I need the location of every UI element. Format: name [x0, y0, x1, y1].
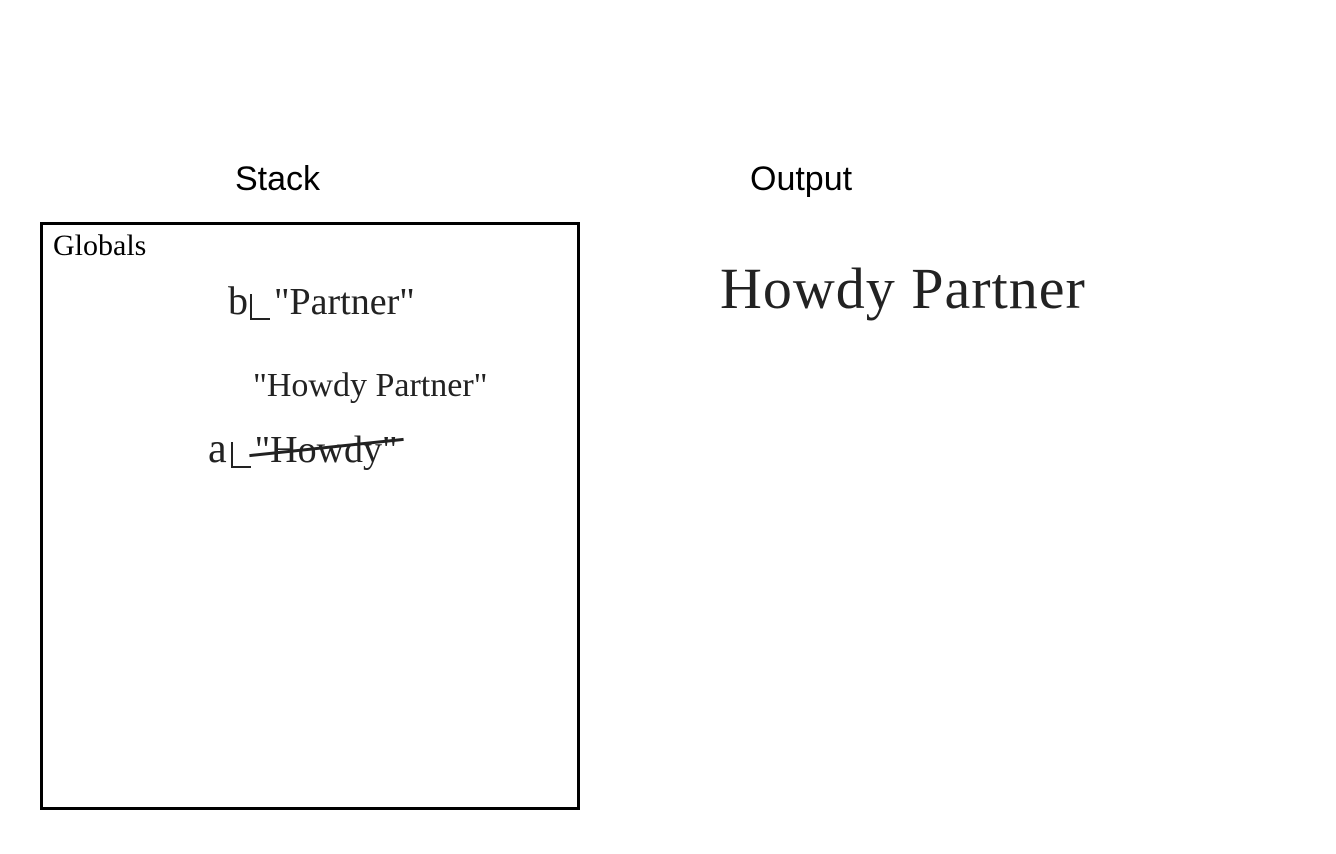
- globals-label: Globals: [53, 229, 146, 263]
- assign-bracket-icon: [250, 294, 270, 320]
- variable-b-value: "Partner": [274, 281, 415, 323]
- globals-stack-frame: Globals b "Partner" "Howdy Partner" a "How…: [40, 222, 580, 810]
- variable-a-entry: a "Howdy": [208, 425, 398, 473]
- program-output: Howdy Partner: [720, 255, 1086, 322]
- assign-bracket-icon: [231, 442, 251, 468]
- variable-a-new-value: "Howdy Partner": [253, 367, 488, 405]
- variable-b-entry: b "Partner": [228, 277, 415, 324]
- variable-a-old-value-struck: "Howdy": [255, 428, 398, 472]
- output-line: Howdy Partner: [720, 256, 1086, 321]
- variable-a-name: a: [208, 426, 227, 472]
- variable-b-name: b: [228, 278, 248, 323]
- output-heading: Output: [750, 160, 852, 199]
- stack-heading: Stack: [235, 160, 320, 199]
